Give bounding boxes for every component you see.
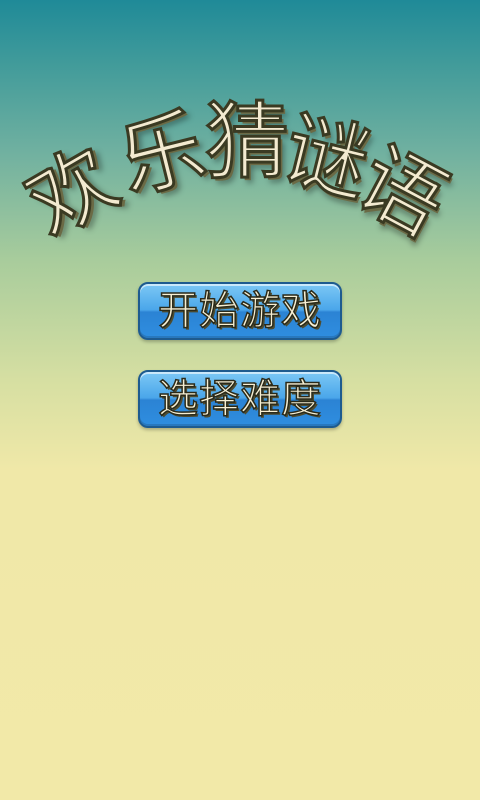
- select-difficulty-label: 选择难度: [157, 376, 322, 422]
- title-char-1: 欢: [10, 127, 135, 257]
- select-difficulty-button[interactable]: 选择难度: [138, 370, 342, 428]
- game-title: 欢 乐 猜 谜 语: [0, 0, 480, 260]
- start-game-button[interactable]: 开始游戏: [138, 282, 342, 340]
- title-char-2: 乐: [108, 95, 216, 213]
- title-char-3: 猜: [203, 93, 290, 191]
- start-game-label: 开始游戏: [157, 288, 322, 334]
